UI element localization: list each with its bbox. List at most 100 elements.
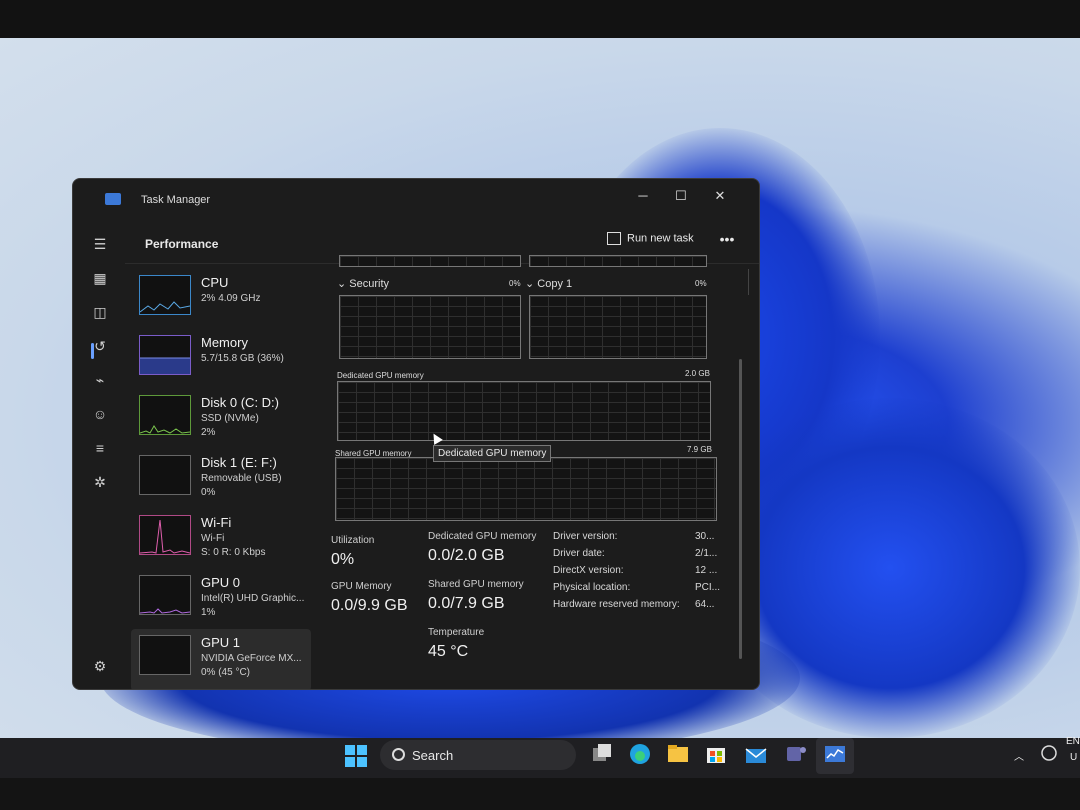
- settings-gear-icon[interactable]: ⚙: [89, 655, 111, 677]
- more-options-button[interactable]: •••: [713, 229, 741, 249]
- file-explorer-icon[interactable]: [666, 742, 690, 768]
- device-name: Disk 1 (E: F:): [201, 455, 277, 470]
- scrolled-graph-top-left: [339, 255, 521, 267]
- device-usage: 2%: [201, 427, 216, 438]
- navigation-rail: ☰ ▦ ◫ ↺ ⌁ ☺ ≡ ✲ ⚙: [73, 219, 125, 689]
- gpu-detail-pane: ⌄ Security 0% ⌄ Copy 1 0% Dedicated GPU …: [329, 255, 745, 689]
- device-usage: 0% (45 °C): [201, 667, 251, 678]
- copy1-graph: [529, 295, 707, 359]
- disk0-thumbnail: [139, 395, 191, 435]
- header-divider: [748, 269, 749, 295]
- dedicated-gpu-memory-graph: [337, 381, 711, 441]
- cpu-thumbnail: [139, 275, 191, 315]
- driver-version-label: Driver version:: [553, 531, 618, 542]
- teams-icon[interactable]: [784, 742, 808, 768]
- device-gpu-1[interactable]: GPU 1 NVIDIA GeForce MX... 0% (45 °C): [131, 629, 311, 689]
- security-engine-dropdown[interactable]: ⌄ Security: [337, 277, 389, 290]
- minimize-button[interactable]: ─: [628, 185, 658, 207]
- wifi-thumbnail: [139, 515, 191, 555]
- close-button[interactable]: ✕: [705, 185, 735, 207]
- security-label: Security: [349, 278, 390, 290]
- gpu-memory-value: 0.0/9.9 GB: [331, 597, 408, 614]
- page-title: Performance: [145, 237, 219, 251]
- run-new-task-button[interactable]: Run new task: [607, 232, 694, 252]
- scrolled-graph-top-right: [529, 255, 707, 267]
- disk1-thumbnail: [139, 455, 191, 495]
- title-bar[interactable]: Task Manager ─ ☐ ✕: [73, 179, 759, 219]
- shared-memory-label: Shared GPU memory: [428, 579, 524, 590]
- device-usage: 1%: [201, 607, 216, 618]
- search-icon: [392, 748, 405, 761]
- vertical-scrollbar[interactable]: [739, 359, 742, 659]
- language-indicator[interactable]: EN: [1066, 736, 1080, 747]
- device-detail: Removable (USB): [201, 473, 282, 484]
- maximize-button[interactable]: ☐: [666, 185, 696, 207]
- app-history-icon[interactable]: ↺: [89, 335, 111, 357]
- run-task-icon: [607, 232, 621, 245]
- security-graph: [339, 295, 521, 359]
- shared-graph-max: 7.9 GB: [687, 445, 712, 454]
- shared-gpu-memory-graph: [335, 457, 717, 521]
- graph-tooltip: Dedicated GPU memory: [433, 445, 552, 462]
- hardware-reserved-value: 64...: [695, 599, 715, 610]
- search-label: Search: [412, 748, 454, 763]
- device-detail: SSD (NVMe): [201, 413, 259, 424]
- directx-version-label: DirectX version:: [553, 565, 624, 576]
- copy1-engine-dropdown[interactable]: ⌄ Copy 1: [525, 277, 572, 290]
- shared-memory-value: 0.0/7.9 GB: [428, 595, 505, 612]
- device-gpu-0[interactable]: GPU 0 Intel(R) UHD Graphic... 1%: [131, 569, 311, 627]
- device-memory[interactable]: Memory 5.7/15.8 GB (36%): [131, 329, 311, 387]
- users-icon[interactable]: ☺: [89, 403, 111, 425]
- startup-apps-icon[interactable]: ⌁: [89, 369, 111, 391]
- task-manager-taskbar-icon[interactable]: [823, 742, 847, 768]
- device-name: Disk 0 (C: D:): [201, 395, 279, 410]
- security-percent: 0%: [509, 279, 521, 288]
- copy1-label: Copy 1: [537, 278, 573, 290]
- device-name: Memory: [201, 335, 248, 350]
- hardware-reserved-label: Hardware reserved memory:: [553, 599, 680, 610]
- device-detail: Intel(R) UHD Graphic...: [201, 593, 305, 604]
- tray-overflow-chevron-icon[interactable]: ︿: [1014, 748, 1024, 763]
- device-detail: Wi-Fi: [201, 533, 225, 544]
- device-disk-1[interactable]: Disk 1 (E: F:) Removable (USB) 0%: [131, 449, 311, 507]
- region-indicator: U: [1070, 752, 1078, 763]
- device-name: CPU: [201, 275, 229, 290]
- taskbar-search-box[interactable]: Search: [380, 740, 576, 770]
- start-windows-icon[interactable]: [344, 744, 368, 770]
- device-name: GPU 0: [201, 575, 241, 590]
- hamburger-menu-icon[interactable]: ☰: [89, 233, 111, 255]
- device-disk-0[interactable]: Disk 0 (C: D:) SSD (NVMe) 2%: [131, 389, 311, 447]
- gpu1-thumbnail: [139, 635, 191, 675]
- device-detail: 5.7/15.8 GB (36%): [201, 353, 284, 364]
- network-icon[interactable]: [1040, 744, 1058, 770]
- memory-thumbnail-graph: [140, 357, 190, 374]
- task-manager-icon: [105, 193, 121, 205]
- gpu0-thumbnail: [139, 575, 191, 615]
- mail-icon[interactable]: [744, 742, 768, 768]
- dedicated-memory-value: 0.0/2.0 GB: [428, 547, 505, 564]
- driver-version-value: 30...: [695, 531, 715, 542]
- disk0-thumbnail-graph: [140, 425, 190, 434]
- monitor-bezel-bottom: [0, 778, 1080, 810]
- driver-date-label: Driver date:: [553, 548, 605, 559]
- microsoft-store-icon[interactable]: [704, 742, 728, 768]
- run-new-task-label: Run new task: [627, 232, 694, 245]
- memory-thumbnail: [139, 335, 191, 375]
- device-cpu[interactable]: CPU 2% 4.09 GHz: [131, 269, 311, 327]
- dedicated-memory-label: Dedicated GPU memory: [428, 531, 537, 542]
- temperature-value: 45 °C: [428, 643, 469, 660]
- device-usage: S: 0 R: 0 Kbps: [201, 547, 266, 558]
- device-list: CPU 2% 4.09 GHz Memory 5.7/15.8 GB (36%)…: [125, 265, 325, 689]
- physical-location-value: PCI...: [695, 582, 721, 593]
- monitor-bezel-top: [0, 0, 1080, 38]
- performance-icon[interactable]: ◫: [89, 301, 111, 323]
- dedicated-graph-max: 2.0 GB: [685, 369, 710, 378]
- edge-browser-icon[interactable]: [628, 742, 652, 768]
- device-wifi[interactable]: Wi-Fi Wi-Fi S: 0 R: 0 Kbps: [131, 509, 311, 567]
- task-view-icon[interactable]: [590, 742, 614, 768]
- cpu-thumbnail-graph: [140, 301, 190, 313]
- processes-icon[interactable]: ▦: [89, 267, 111, 289]
- wifi-thumbnail-graph: [140, 519, 190, 554]
- services-icon[interactable]: ✲: [89, 471, 111, 493]
- details-icon[interactable]: ≡: [89, 437, 111, 459]
